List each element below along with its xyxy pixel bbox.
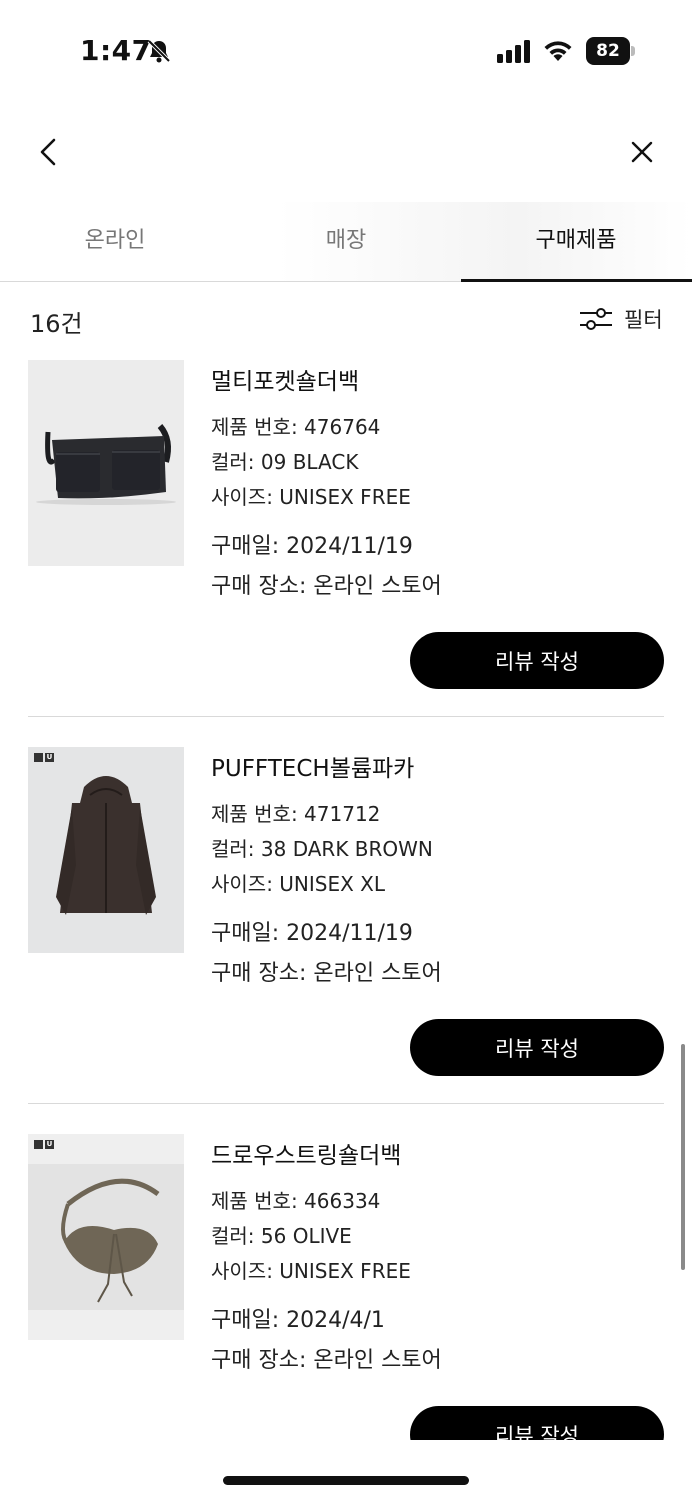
close-icon[interactable]	[622, 132, 662, 172]
product-size: 사이즈: UNISEX FREE	[211, 1259, 411, 1283]
wifi-icon	[544, 41, 572, 61]
brand-badge-icon: U	[34, 1140, 54, 1149]
product-number: 제품 번호: 476764	[211, 415, 381, 439]
product-name[interactable]: 드로우스트링숄더백	[211, 1136, 671, 1170]
purchase-place: 구매 장소: 온라인 스토어	[211, 961, 442, 986]
parka-image	[28, 747, 184, 953]
product-name[interactable]: 멀티포켓숄더백	[211, 362, 671, 396]
drawstring-bag-image	[28, 1134, 184, 1340]
purchase-list[interactable]: 멀티포켓숄더백 제품 번호: 476764 컬러: 09 BLACK 사이즈: …	[0, 340, 692, 1440]
filter-sliders-icon	[580, 308, 612, 330]
divider	[28, 1103, 664, 1104]
nav-bar	[0, 120, 692, 186]
product-number: 제품 번호: 471712	[211, 802, 381, 826]
chevron-left-icon[interactable]	[30, 132, 70, 172]
product-info: 멀티포켓숄더백 제품 번호: 476764 컬러: 09 BLACK 사이즈: …	[211, 362, 671, 607]
home-indicator[interactable]	[223, 1476, 469, 1485]
purchase-place: 구매 장소: 온라인 스토어	[211, 1348, 442, 1373]
divider	[28, 716, 664, 717]
product-info: PUFFTECH볼륨파카 제품 번호: 471712 컬러: 38 DARK B…	[211, 749, 671, 994]
battery-icon: 82	[586, 37, 636, 65]
scrollbar[interactable]	[681, 1044, 685, 1270]
product-name[interactable]: PUFFTECH볼륨파카	[211, 749, 671, 783]
battery-level: 82	[586, 37, 630, 65]
product-image[interactable]: U	[28, 1134, 184, 1340]
tab-bar: 온라인 매장 구매제품	[0, 202, 692, 282]
status-bar: 1:47 82	[0, 0, 692, 100]
list-item: 멀티포켓숄더백 제품 번호: 476764 컬러: 09 BLACK 사이즈: …	[0, 340, 692, 728]
list-item: U PUFFTECH볼륨파카 제품 번호: 471712 컬러: 38 DARK…	[0, 727, 692, 1115]
bell-slash-icon	[147, 39, 171, 63]
product-color: 컬러: 56 OLIVE	[211, 1224, 352, 1248]
product-size: 사이즈: UNISEX FREE	[211, 485, 411, 509]
tab-store[interactable]: 매장	[231, 202, 461, 281]
filter-label: 필터	[624, 308, 663, 332]
product-color: 컬러: 09 BLACK	[211, 450, 359, 474]
purchase-date: 구매일: 2024/4/1	[211, 1308, 385, 1333]
write-review-button[interactable]: 리뷰 작성	[410, 632, 664, 689]
signal-icon	[497, 40, 530, 63]
product-info: 드로우스트링숄더백 제품 번호: 466334 컬러: 56 OLIVE 사이즈…	[211, 1136, 671, 1381]
status-time: 1:47	[80, 34, 152, 67]
purchase-place: 구매 장소: 온라인 스토어	[211, 574, 442, 599]
purchase-date: 구매일: 2024/11/19	[211, 534, 413, 559]
tab-purchased[interactable]: 구매제품	[461, 202, 692, 282]
tab-online[interactable]: 온라인	[0, 202, 230, 281]
shoulder-bag-image	[28, 360, 184, 566]
write-review-button[interactable]: 리뷰 작성	[410, 1406, 664, 1440]
brand-badge-icon: U	[34, 753, 54, 762]
product-image[interactable]	[28, 360, 184, 566]
product-color: 컬러: 38 DARK BROWN	[211, 837, 433, 861]
product-image[interactable]: U	[28, 747, 184, 953]
product-size: 사이즈: UNISEX XL	[211, 872, 386, 896]
list-item: U 드로우스트링숄더백 제품 번호: 466334 컬러: 56 OLIVE 사…	[0, 1114, 692, 1440]
filter-button[interactable]: 필터	[578, 304, 663, 334]
write-review-button[interactable]: 리뷰 작성	[410, 1019, 664, 1076]
result-count: 16건	[30, 310, 83, 338]
product-number: 제품 번호: 466334	[211, 1189, 381, 1213]
purchase-date: 구매일: 2024/11/19	[211, 921, 413, 946]
